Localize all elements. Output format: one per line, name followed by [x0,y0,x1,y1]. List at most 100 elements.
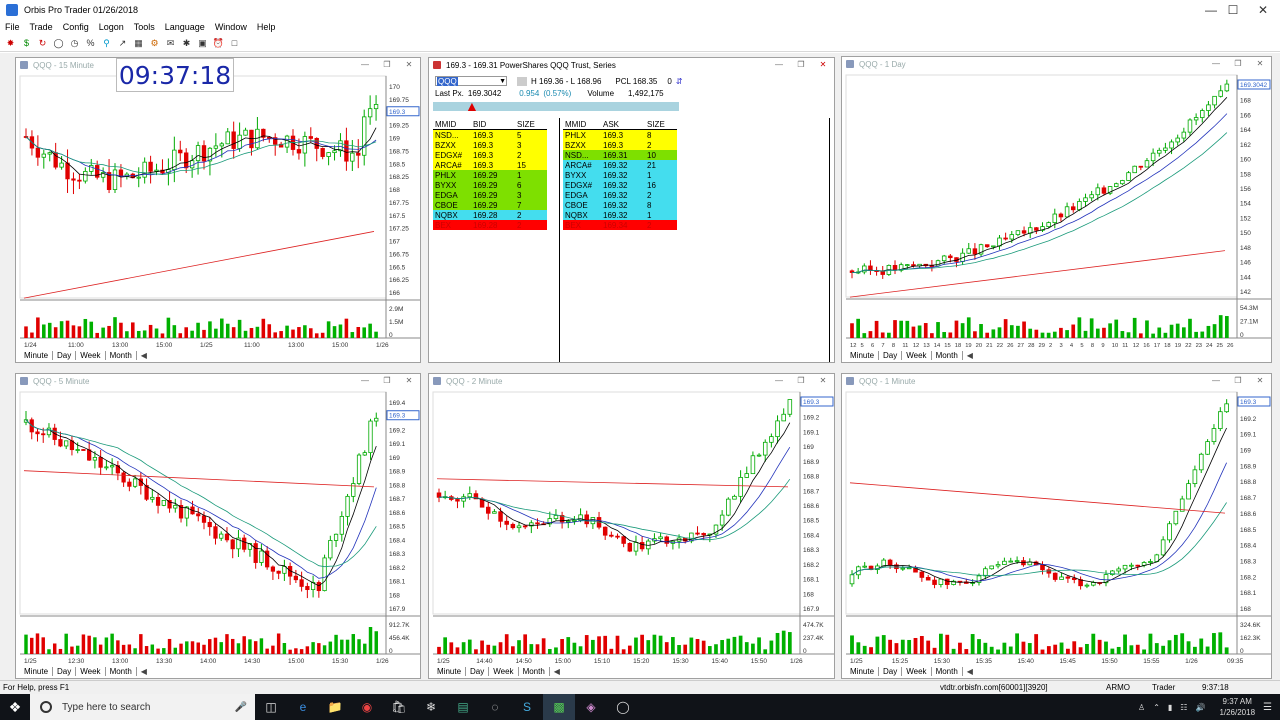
refresh-icon[interactable]: ↻ [36,37,49,50]
chart-window-15min[interactable]: QQQ - 15 Minute — ❐ ✕ 170169.75169.5169.… [15,57,421,363]
restore-icon[interactable]: ❐ [1229,58,1247,69]
app-icon-1[interactable]: ❄ [415,694,447,720]
chrome-icon[interactable]: ◉ [351,694,383,720]
tab-month[interactable]: Month [932,667,963,676]
tab-week[interactable]: Week [76,667,106,676]
restore-icon[interactable]: ❐ [378,59,396,70]
scroll-left-icon[interactable]: ◀ [967,667,973,676]
skype-icon[interactable]: S [511,694,543,720]
menu-file[interactable]: File [0,22,25,32]
mail-icon[interactable]: ✉ [164,37,177,50]
close-icon[interactable]: ✕ [400,59,418,70]
minimize-icon[interactable]: — [1207,58,1225,69]
app-icon-5[interactable]: ◯ [607,694,639,720]
app-icon-4[interactable]: ◈ [575,694,607,720]
tab-minute[interactable]: Minute [846,351,880,360]
scroll-left-icon[interactable]: ◀ [554,667,560,676]
ask-row[interactable]: EDGA 169.32 2 [563,190,677,200]
menu-tools[interactable]: Tools [129,22,160,32]
grid-icon[interactable]: ▦ [132,37,145,50]
tab-month[interactable]: Month [106,667,137,676]
ask-row[interactable]: ARCA# 169.32 21 [563,160,677,170]
close-icon[interactable]: ✕ [1251,375,1269,386]
menu-config[interactable]: Config [58,22,94,32]
bid-row[interactable]: EDGA 169.29 3 [433,190,547,200]
tab-minute[interactable]: Minute [433,667,467,676]
scroll-left-icon[interactable]: ◀ [967,351,973,360]
tab-minute[interactable]: Minute [20,667,54,676]
minimize-icon[interactable]: — [770,375,788,386]
task-view-icon[interactable]: ◫ [255,694,287,720]
tab-day[interactable]: Day [879,351,903,360]
tab-week[interactable]: Week [902,667,932,676]
close-icon[interactable]: ✕ [1251,58,1269,69]
spin-icon[interactable]: ⇵ [676,77,683,86]
taskbar-clock[interactable]: 9:37 AM 1/26/2018 [1219,696,1255,718]
close-icon[interactable]: ✕ [814,59,832,70]
chart-plot[interactable]: 169.3 169.2 169.1 169 168.9 168.8 168.7 168.6 16… [429,388,834,666]
app-icon-2[interactable]: ▤ [447,694,479,720]
tab-week[interactable]: Week [902,351,932,360]
monitor-icon[interactable]: □ [228,37,241,50]
chart-plot[interactable]: 170169.75169.5169.25169168.75168.5168.25… [16,72,420,350]
taskbar-search[interactable]: Type here to search 🎤 [30,694,255,720]
percent-icon[interactable]: % [84,37,97,50]
close-icon[interactable]: ✕ [400,375,418,386]
chart-window-1min[interactable]: QQQ - 1 Minute — ❐ ✕ 169.3169.2169.11691… [841,373,1272,679]
quote-window[interactable]: 169.3 - 169.31 PowerShares QQQ Trust, Se… [428,57,835,363]
tab-month[interactable]: Month [932,351,963,360]
search-icon[interactable]: ⚲ [100,37,113,50]
ask-row[interactable]: BZXX 169.3 2 [563,140,677,150]
menu-logon[interactable]: Logon [94,22,129,32]
bid-row[interactable]: BYXX 169.29 6 [433,180,547,190]
restore-icon[interactable]: ❐ [792,375,810,386]
tab-week[interactable]: Week [489,667,519,676]
tab-minute[interactable]: Minute [846,667,880,676]
symbol-input[interactable]: QQQ ▼ [435,76,507,86]
tab-week[interactable]: Week [76,351,106,360]
tab-day[interactable]: Day [466,667,490,676]
alarm-icon[interactable]: ⏰ [212,37,225,50]
dollar-icon[interactable]: $ [20,37,33,50]
tab-day[interactable]: Day [879,667,903,676]
chart-plot[interactable]: 1701681661641621601581561541521501481461… [842,71,1271,350]
network-icon[interactable]: ☷ [1180,703,1187,712]
close-icon[interactable]: ✕ [814,375,832,386]
tools-icon[interactable]: ✱ [180,37,193,50]
chart-window-2min[interactable]: QQQ - 2 Minute — ❐ ✕ 169.3169.2169.11691… [428,373,835,679]
bid-row[interactable]: CBOE 169.29 7 [433,200,547,210]
bid-row[interactable]: EDGX# 169.3 2 [433,150,547,160]
menu-window[interactable]: Window [210,22,252,32]
orbis-app-icon[interactable]: ▩ [543,694,575,720]
minimize-icon[interactable]: — [770,59,788,70]
file-explorer-icon[interactable]: 📁 [319,694,351,720]
ask-row[interactable]: EDGX# 169.32 16 [563,180,677,190]
bid-row[interactable]: BZXX 169.3 3 [433,140,547,150]
chevron-up-icon[interactable]: ⌃ [1153,703,1160,712]
chart-plot[interactable]: 169.3 169.2 169.1 169 168.9 168.8 168.7 168.6 16… [842,388,1271,666]
ask-row[interactable]: BEX 169.34 2 [563,220,677,230]
globe-icon[interactable]: ◯ [52,37,65,50]
minimize-icon[interactable]: — [1207,375,1225,386]
minimize-icon[interactable]: — [356,375,374,386]
tab-minute[interactable]: Minute [20,351,54,360]
tab-month[interactable]: Month [106,351,137,360]
app-icon-3[interactable]: ◌ [479,694,511,720]
menu-language[interactable]: Language [160,22,210,32]
ask-row[interactable]: BYXX 169.32 1 [563,170,677,180]
chart-window-5min[interactable]: QQQ - 5 Minute — ❐ ✕ 169.4169.3169.2169.… [15,373,421,679]
restore-icon[interactable]: ❐ [1229,375,1247,386]
bid-row[interactable]: NQBX 169.28 2 [433,210,547,220]
minimize-icon[interactable]: — [356,59,374,70]
notification-icon[interactable]: ☰ [1263,702,1272,713]
calculator-icon[interactable]: ▣ [196,37,209,50]
ask-row[interactable]: NSD... 169.31 10 [563,150,677,160]
menu-help[interactable]: Help [252,22,281,32]
chart-plot[interactable]: 169.4 169.3 169.2 169.1 169 168.9 168.8 168.7 16… [16,388,420,666]
chart-icon[interactable]: ↗ [116,37,129,50]
restore-icon[interactable]: ❐ [792,59,810,70]
volume-icon[interactable]: 🔊 [1195,703,1205,712]
close-button[interactable]: ✕ [1240,0,1280,20]
menu-trade[interactable]: Trade [25,22,58,32]
edge-icon[interactable]: e [287,694,319,720]
